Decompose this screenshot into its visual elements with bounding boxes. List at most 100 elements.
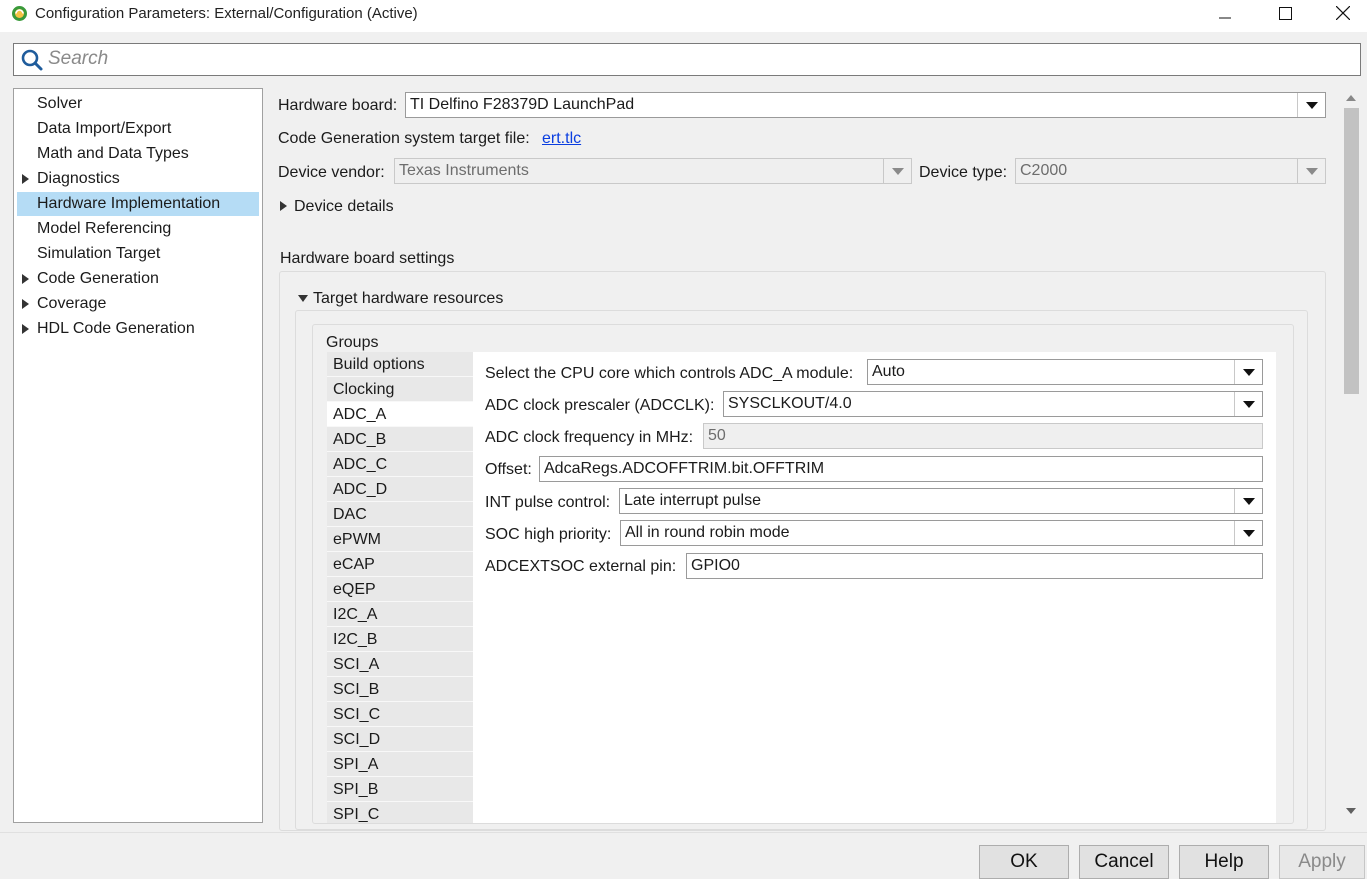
maximize-button[interactable]	[1256, 0, 1314, 26]
hardware-implementation-pane: Hardware board: TI Delfino F28379D Launc…	[270, 88, 1338, 831]
tree-item-label: Diagnostics	[37, 170, 120, 187]
extsoc-pin-label: ADCEXTSOC external pin:	[485, 558, 677, 575]
tree-item-model-referencing[interactable]: Model Referencing	[17, 217, 259, 241]
tree-item-label: Data Import/Export	[37, 120, 172, 137]
group-item-sci-a[interactable]: SCI_A	[327, 652, 473, 677]
window-title: Configuration Parameters: External/Confi…	[35, 5, 418, 22]
tree-item-hdl-code-generation[interactable]: HDL Code Generation	[17, 317, 259, 341]
tree-item-label: Solver	[37, 95, 83, 112]
int-pulse-dropdown[interactable]: Late interrupt pulse	[619, 488, 1263, 514]
expand-arrow-icon[interactable]	[22, 299, 29, 309]
tree-item-coverage[interactable]: Coverage	[17, 292, 259, 316]
extsoc-pin-value: GPIO0	[691, 557, 740, 574]
tree-item-label: Math and Data Types	[37, 145, 189, 162]
clock-frequency-label: ADC clock frequency in MHz:	[485, 429, 694, 446]
soc-priority-label: SOC high priority:	[485, 526, 612, 543]
simulink-logo-icon	[12, 6, 27, 21]
group-item-adc-b[interactable]: ADC_B	[327, 427, 473, 452]
group-item-ecap[interactable]: eCAP	[327, 552, 473, 577]
tree-item-hardware-implementation[interactable]: Hardware Implementation	[17, 192, 259, 216]
chevron-down-icon[interactable]	[1234, 521, 1262, 545]
device-vendor-label: Device vendor:	[278, 164, 385, 181]
group-item-i2c-b[interactable]: I2C_B	[327, 627, 473, 652]
device-details-toggle[interactable]: Device details	[294, 198, 394, 216]
expand-arrow-icon[interactable]	[22, 174, 29, 184]
cancel-button[interactable]: Cancel	[1079, 845, 1169, 879]
scroll-up-arrow-icon[interactable]	[1346, 95, 1356, 101]
group-item-sci-d[interactable]: SCI_D	[327, 727, 473, 752]
ok-button[interactable]: OK	[979, 845, 1069, 879]
help-button[interactable]: Help	[1179, 845, 1269, 879]
group-item-spi-b[interactable]: SPI_B	[327, 777, 473, 802]
group-item-clocking[interactable]: Clocking	[327, 377, 473, 402]
collapse-arrow-icon[interactable]	[298, 295, 308, 302]
search-input[interactable]: Search	[13, 43, 1361, 76]
group-item-spi-c[interactable]: SPI_C	[327, 802, 473, 823]
search-placeholder: Search	[48, 48, 109, 69]
cpu-core-value: Auto	[872, 363, 905, 380]
apply-button[interactable]: Apply	[1279, 845, 1365, 879]
tree-item-data-import-export[interactable]: Data Import/Export	[17, 117, 259, 141]
group-item-build-options[interactable]: Build options	[327, 352, 473, 377]
group-item-i2c-a[interactable]: I2C_A	[327, 602, 473, 627]
int-pulse-label: INT pulse control:	[485, 494, 611, 511]
tree-item-simulation-target[interactable]: Simulation Target	[17, 242, 259, 266]
offset-field[interactable]: AdcaRegs.ADCOFFTRIM.bit.OFFTRIM	[539, 456, 1263, 482]
chevron-down-icon[interactable]	[1234, 360, 1262, 384]
device-vendor-dropdown[interactable]: Texas Instruments	[394, 158, 912, 184]
tree-item-math-data-types[interactable]: Math and Data Types	[17, 142, 259, 166]
close-button[interactable]	[1314, 0, 1367, 26]
minimize-icon	[1219, 17, 1231, 19]
prescaler-dropdown[interactable]: SYSCLKOUT/4.0	[723, 391, 1263, 417]
group-item-spi-a[interactable]: SPI_A	[327, 752, 473, 777]
device-type-label: Device type:	[919, 164, 1008, 181]
expand-arrow-icon[interactable]	[280, 201, 287, 211]
group-item-adc-d[interactable]: ADC_D	[327, 477, 473, 502]
offset-label: Offset:	[485, 461, 532, 478]
group-item-epwm[interactable]: ePWM	[327, 527, 473, 552]
group-item-adc-a[interactable]: ADC_A	[327, 402, 473, 427]
cpu-core-dropdown[interactable]: Auto	[867, 359, 1263, 385]
offset-value: AdcaRegs.ADCOFFTRIM.bit.OFFTRIM	[544, 460, 825, 477]
group-item-dac[interactable]: DAC	[327, 502, 473, 527]
group-item-sci-c[interactable]: SCI_C	[327, 702, 473, 727]
device-vendor-value: Texas Instruments	[399, 162, 529, 179]
tree-item-label: Model Referencing	[37, 220, 172, 237]
minimize-button[interactable]	[1196, 0, 1254, 26]
vertical-scrollbar[interactable]	[1341, 88, 1361, 823]
soc-priority-dropdown[interactable]: All in round robin mode	[620, 520, 1263, 546]
cpu-core-label: Select the CPU core which controls ADC_A…	[485, 365, 854, 382]
int-pulse-value: Late interrupt pulse	[624, 492, 761, 509]
tree-item-label: Coverage	[37, 295, 107, 312]
chevron-down-icon[interactable]	[1297, 159, 1325, 183]
target-file-link[interactable]: ert.tlc	[542, 130, 581, 148]
group-item-sci-b[interactable]: SCI_B	[327, 677, 473, 702]
scrollbar-thumb[interactable]	[1344, 108, 1359, 394]
title-bar: Configuration Parameters: External/Confi…	[0, 0, 1367, 32]
group-list: Build options Clocking ADC_A ADC_B ADC_C…	[327, 352, 473, 823]
tree-item-diagnostics[interactable]: Diagnostics	[17, 167, 259, 191]
prescaler-value: SYSCLKOUT/4.0	[728, 395, 852, 412]
hardware-board-dropdown[interactable]: TI Delfino F28379D LaunchPad	[405, 92, 1326, 118]
scroll-down-arrow-icon[interactable]	[1346, 808, 1356, 814]
chevron-down-icon[interactable]	[1297, 93, 1325, 117]
hardware-board-value: TI Delfino F28379D LaunchPad	[410, 96, 635, 113]
tree-item-solver[interactable]: Solver	[17, 92, 259, 116]
target-file-label: Code Generation system target file:	[278, 130, 530, 147]
tree-item-label: Code Generation	[37, 270, 159, 287]
device-type-dropdown[interactable]: C2000	[1015, 158, 1326, 184]
chevron-down-icon[interactable]	[883, 159, 911, 183]
soc-priority-value: All in round robin mode	[625, 524, 790, 541]
group-item-adc-c[interactable]: ADC_C	[327, 452, 473, 477]
clock-frequency-field: 50	[703, 423, 1263, 449]
group-item-eqep[interactable]: eQEP	[327, 577, 473, 602]
chevron-down-icon[interactable]	[1234, 489, 1262, 513]
tree-item-label: Hardware Implementation	[37, 195, 221, 212]
expand-arrow-icon[interactable]	[22, 274, 29, 284]
expand-arrow-icon[interactable]	[22, 324, 29, 334]
tree-item-code-generation[interactable]: Code Generation	[17, 267, 259, 291]
extsoc-pin-field[interactable]: GPIO0	[686, 553, 1263, 579]
chevron-down-icon[interactable]	[1234, 392, 1262, 416]
target-resources-toggle[interactable]: Target hardware resources	[313, 290, 503, 308]
clock-frequency-value: 50	[708, 427, 726, 444]
